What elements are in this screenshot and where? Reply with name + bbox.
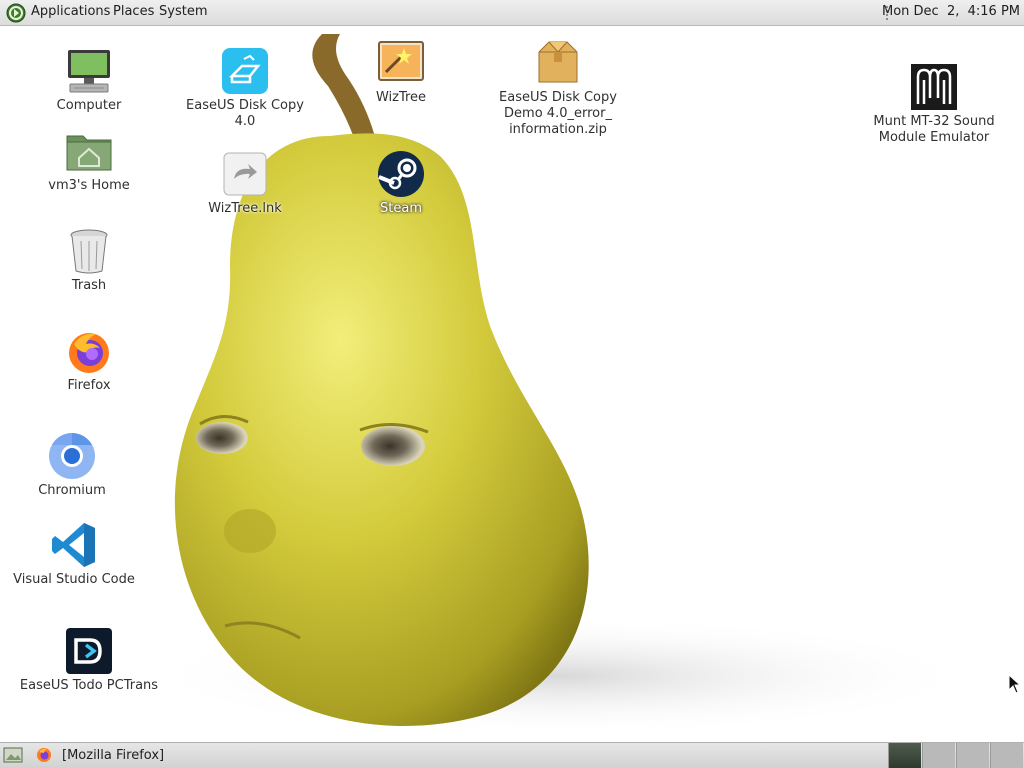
bottom-panel: [Mozilla Firefox]: [0, 742, 1024, 768]
desktop-icon-label: Chromium: [38, 483, 106, 498]
desktop-icon-label: EaseUS Disk Copy 4.0: [186, 98, 304, 129]
vscode-icon: [52, 523, 95, 567]
menu-places[interactable]: Places: [113, 4, 154, 19]
desktop-icon-label: Firefox: [67, 378, 111, 393]
clock[interactable]: Mon Dec 2, 4:16 PM: [882, 4, 1020, 19]
distro-logo-icon[interactable]: [6, 3, 26, 23]
computer-icon: [68, 50, 110, 93]
workspace-1[interactable]: [888, 743, 921, 768]
desktop-icon-home[interactable]: vm3's Home: [19, 126, 159, 194]
desktop-icon-computer[interactable]: Computer: [19, 46, 159, 114]
trash-icon: [70, 229, 108, 274]
desktop-icon-firefox[interactable]: Firefox: [19, 326, 159, 394]
desktop-icon-label: Steam: [380, 201, 422, 216]
shortcut-file-icon: [223, 152, 267, 196]
taskbar-window-button[interactable]: [Mozilla Firefox]: [62, 748, 164, 763]
home-folder-icon: [66, 135, 112, 171]
desktop-icon-munt[interactable]: Munt MT-32 Sound Module Emulator: [864, 62, 1004, 146]
steam-icon: [378, 151, 424, 197]
desktop-icon-label: Trash: [71, 278, 107, 293]
wiztree-icon: [378, 41, 424, 81]
desktop-icon-wiztree-lnk[interactable]: WizTree.lnk: [175, 149, 315, 217]
desktop-screen: Applications Places System Mon Dec 2, 4:…: [0, 0, 1024, 768]
firefox-task-icon: [37, 748, 51, 762]
desktop-icon-label: Munt MT-32 Sound Module Emulator: [873, 114, 995, 145]
workspace-4[interactable]: [990, 743, 1023, 768]
easeus-todo-pctrans-icon: [66, 628, 112, 674]
desktop-icon-label: Visual Studio Code: [13, 572, 135, 587]
easeus-disk-copy-icon: [222, 48, 268, 94]
desktop-icon-wiztree[interactable]: WizTree: [331, 38, 471, 106]
desktop-icon-label: vm3's Home: [48, 178, 130, 193]
desktop-icon-label: WizTree.lnk: [208, 201, 282, 216]
desktop-icon-steam[interactable]: Steam: [331, 149, 471, 217]
mouse-pointer-icon: [1008, 674, 1022, 694]
top-panel: Applications Places System Mon Dec 2, 4:…: [0, 0, 1024, 26]
munt-mt32-icon: [911, 64, 957, 110]
desktop-icon-label: Computer: [56, 98, 122, 113]
desktop-icon-easeus-disk-copy[interactable]: EaseUS Disk Copy 4.0: [175, 46, 315, 130]
workspace-3[interactable]: [956, 743, 989, 768]
desktop-icon-easeus-todo[interactable]: EaseUS Todo PCTrans: [19, 626, 159, 694]
desktop-icon-label: EaseUS Todo PCTrans: [19, 678, 159, 693]
firefox-icon: [69, 333, 109, 373]
menu-system[interactable]: System: [159, 4, 207, 19]
desktop-icon-vscode[interactable]: Visual Studio Code: [4, 520, 144, 588]
desktop-icon-trash[interactable]: Trash: [19, 226, 159, 294]
desktop-icon-chromium[interactable]: Chromium: [2, 431, 142, 499]
show-desktop-icon[interactable]: [3, 747, 23, 763]
desktop-icon-easeus-zip[interactable]: EaseUS Disk Copy Demo 4.0_error_ informa…: [488, 38, 628, 138]
workspace-2[interactable]: [922, 743, 955, 768]
chromium-icon: [49, 433, 95, 479]
desktop-icon-label: WizTree: [375, 90, 427, 105]
zip-archive-icon: [538, 41, 578, 83]
desktop-icon-label: EaseUS Disk Copy Demo 4.0_error_ informa…: [499, 90, 617, 137]
menu-applications[interactable]: Applications: [31, 4, 110, 19]
